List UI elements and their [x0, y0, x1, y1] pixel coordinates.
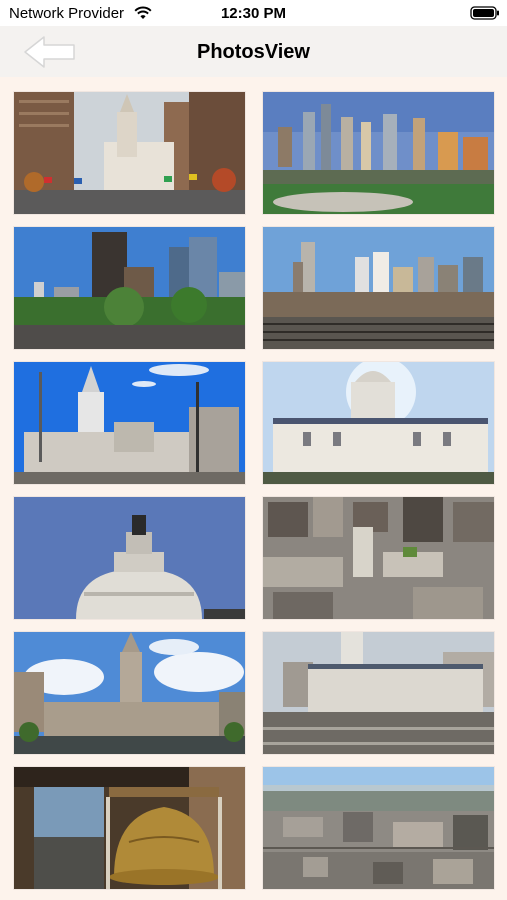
page-title: PhotosView	[197, 41, 310, 63]
photo-grid	[14, 92, 494, 892]
photo-city-hall-plaza[interactable]	[263, 632, 494, 754]
photo-city-hall-clouds[interactable]	[14, 632, 245, 754]
photo-city-hall-facade[interactable]	[263, 362, 494, 484]
photo-skyline-stadium[interactable]	[263, 92, 494, 214]
photo-skyline-rail-yard[interactable]	[263, 227, 494, 349]
status-bar: Network Provider 12:30 PM	[0, 0, 507, 26]
photo-dome-closeup[interactable]	[14, 497, 245, 619]
status-time: 12:30 PM	[220, 5, 287, 22]
photo-city-hall-tower-blue-sky[interactable]	[14, 362, 245, 484]
photo-downtown-towers-park[interactable]	[14, 227, 245, 349]
photo-aerial-city-panorama[interactable]	[263, 767, 494, 889]
photo-city-hall-avenue-flags[interactable]	[14, 92, 245, 214]
photo-liberty-bell[interactable]	[14, 767, 245, 889]
battery-icon	[470, 6, 499, 20]
navigation-bar: PhotosView	[0, 26, 507, 77]
photo-aerial-city-hall[interactable]	[263, 497, 494, 619]
